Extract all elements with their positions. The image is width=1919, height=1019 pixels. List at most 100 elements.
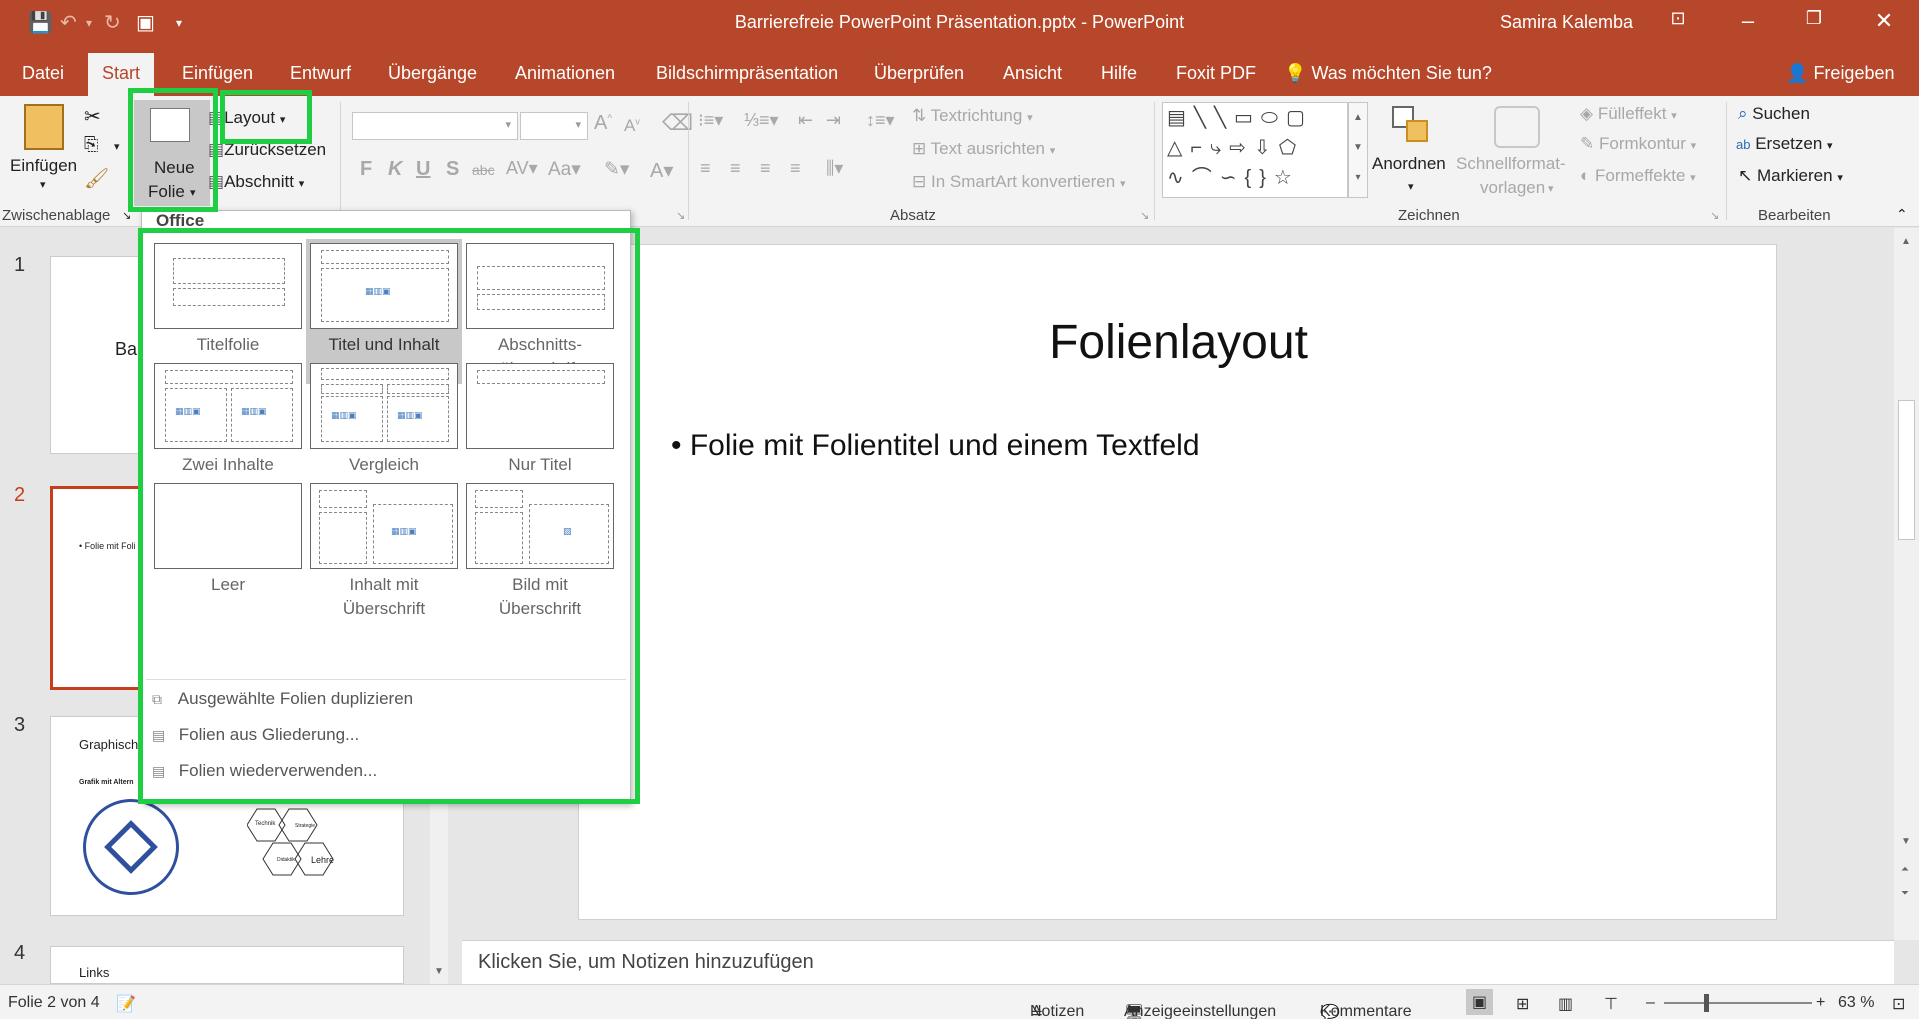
- copy-icon[interactable]: ⎘: [84, 134, 98, 155]
- collapse-ribbon-icon[interactable]: ⌃: [1896, 206, 1908, 223]
- bold-button[interactable]: F: [360, 158, 372, 181]
- zoom-slider[interactable]: [1664, 994, 1812, 1012]
- spellcheck-icon[interactable]: 📝: [116, 994, 136, 1014]
- quick-styles-label-1[interactable]: Schnellformat-: [1456, 154, 1566, 174]
- line-spacing-icon[interactable]: ↕≡▾: [866, 110, 895, 131]
- ribbon-display-options-icon[interactable]: ⊡: [1658, 8, 1698, 29]
- thumbnail-number: 3: [14, 714, 26, 736]
- ribbon-separator: [688, 102, 689, 220]
- font-size-select[interactable]: ▾: [520, 112, 588, 140]
- slideshow-icon[interactable]: ⊤: [1604, 994, 1618, 1014]
- zoom-slider-thumb[interactable]: [1704, 994, 1709, 1012]
- shadow-button[interactable]: S: [446, 158, 459, 181]
- zoom-out-icon[interactable]: –: [1646, 994, 1655, 1012]
- text-direction-button[interactable]: ⇅ Textrichtung ▾: [912, 106, 1033, 126]
- shapes-gallery-scroll[interactable]: ▲ ▼ ▾: [1348, 102, 1368, 198]
- justify-icon[interactable]: ≡: [790, 158, 801, 179]
- font-family-select[interactable]: ▾: [352, 112, 518, 140]
- scrollbar-thumb[interactable]: [1898, 400, 1915, 540]
- slide-thumbnail-4[interactable]: Links: [50, 946, 404, 984]
- quick-styles-icon: [1494, 106, 1540, 148]
- highlight-color-icon[interactable]: ✎▾: [604, 158, 629, 181]
- shape-effects-button[interactable]: ◐ Formeffekte ▾: [1580, 166, 1696, 186]
- group-drawing-label: Zeichnen: [1398, 207, 1460, 224]
- italic-button[interactable]: K: [388, 158, 402, 181]
- effects-icon: ◐: [1580, 166, 1591, 185]
- scroll-up-icon[interactable]: ▲: [1901, 236, 1911, 247]
- tab-ueberpruefen[interactable]: Überprüfen: [874, 63, 964, 84]
- tab-einfuegen[interactable]: Einfügen: [182, 63, 253, 84]
- slide-bullet[interactable]: • Folie mit Folientitel und einem Textfe…: [671, 429, 1200, 463]
- smartart-button[interactable]: ⊟ In SmartArt konvertieren ▾: [912, 172, 1126, 192]
- scroll-down-icon[interactable]: ▼: [1901, 836, 1911, 847]
- notes-pane[interactable]: Klicken Sie, um Notizen hinzuzufügen: [462, 940, 1894, 984]
- replace-button[interactable]: ab Ersetzen ▾: [1736, 134, 1833, 154]
- shape-fill-button[interactable]: ◈ Fülleffekt ▾: [1580, 104, 1677, 124]
- share-button[interactable]: 👤 Freigeben: [1786, 63, 1895, 84]
- quick-styles-dropdown-icon[interactable]: ▾: [1548, 182, 1554, 195]
- previous-slide-icon[interactable]: ⏶: [1901, 864, 1909, 875]
- tab-foxit-pdf[interactable]: Foxit PDF: [1176, 63, 1256, 84]
- paragraph-launcher-icon[interactable]: ↘: [1140, 209, 1149, 222]
- tab-ansicht[interactable]: Ansicht: [1003, 63, 1062, 84]
- slide-sorter-icon[interactable]: ⊞: [1516, 994, 1529, 1014]
- user-name[interactable]: Samira Kalemba: [1500, 12, 1633, 33]
- tell-me-search[interactable]: 💡 Was möchten Sie tun?: [1284, 63, 1492, 84]
- columns-icon[interactable]: ⫼▾: [826, 158, 843, 179]
- close-icon[interactable]: ✕: [1864, 8, 1904, 34]
- reading-view-icon[interactable]: ▥: [1558, 994, 1573, 1014]
- fit-to-window-icon[interactable]: ⊡: [1892, 994, 1905, 1014]
- increase-indent-icon[interactable]: ⇥: [826, 110, 841, 131]
- align-right-icon[interactable]: ≡: [760, 158, 771, 179]
- change-case-button[interactable]: Aa▾: [548, 158, 581, 181]
- slide-title[interactable]: Folienlayout: [579, 315, 1778, 370]
- shapes-gallery[interactable]: ▤╲╲▭⬭▢ △⌐⤷⇨⇩⬠ ∿⌒∽{}☆: [1162, 102, 1348, 198]
- zoom-level[interactable]: 63 %: [1838, 994, 1874, 1012]
- grow-font-icon[interactable]: A^: [594, 112, 612, 135]
- align-center-icon[interactable]: ≡: [730, 158, 741, 179]
- drawing-launcher-icon[interactable]: ↘: [1710, 209, 1719, 222]
- find-button[interactable]: ⌕ Suchen: [1738, 104, 1810, 124]
- tab-entwurf[interactable]: Entwurf: [290, 63, 351, 84]
- next-slide-icon[interactable]: ⏷: [1901, 888, 1909, 899]
- underline-button[interactable]: U: [416, 158, 430, 181]
- decrease-indent-icon[interactable]: ⇤: [798, 110, 813, 131]
- align-left-icon[interactable]: ≡: [700, 158, 711, 179]
- format-painter-icon[interactable]: 🖌: [84, 166, 109, 191]
- tab-animationen[interactable]: Animationen: [515, 63, 615, 84]
- thumbnail-bullet: • Folie mit Foli: [79, 541, 136, 551]
- paste-dropdown-icon[interactable]: ▾: [40, 178, 46, 191]
- arrange-icon: [1392, 106, 1432, 146]
- character-spacing-icon[interactable]: AV▾: [506, 158, 538, 179]
- shrink-font-icon[interactable]: Av: [624, 116, 640, 136]
- align-text-button[interactable]: ⊞ Text ausrichten ▾: [912, 139, 1055, 159]
- tab-bildschirmpraesentation[interactable]: Bildschirmpräsentation: [656, 63, 838, 84]
- minimize-icon[interactable]: –: [1728, 8, 1768, 34]
- numbering-icon[interactable]: ⅓≡▾: [744, 110, 779, 131]
- tab-datei[interactable]: Datei: [22, 63, 64, 84]
- zoom-in-icon[interactable]: +: [1816, 994, 1825, 1012]
- select-button[interactable]: ↖ Markieren ▾: [1738, 166, 1843, 186]
- restore-icon[interactable]: ❐: [1794, 8, 1834, 29]
- slide-canvas[interactable]: Folienlayout • Folie mit Folientitel und…: [578, 244, 1777, 920]
- strikethrough-icon[interactable]: abc: [472, 162, 495, 178]
- bullets-icon[interactable]: ⁝≡▾: [698, 110, 723, 131]
- paste-button[interactable]: Einfügen: [10, 156, 77, 176]
- thumbnail-title: Links: [79, 965, 110, 980]
- cut-icon[interactable]: ✂: [84, 104, 101, 129]
- copy-dropdown-icon[interactable]: ▾: [114, 140, 120, 153]
- arrange-button[interactable]: Anordnen: [1372, 154, 1446, 174]
- shape-outline-button[interactable]: ✎ Formkontur ▾: [1580, 134, 1696, 154]
- section-button[interactable]: ▤Abschnitt ▾: [208, 172, 304, 192]
- tab-uebergaenge[interactable]: Übergänge: [388, 63, 477, 84]
- tab-hilfe[interactable]: Hilfe: [1101, 63, 1137, 84]
- font-color-icon[interactable]: A▾: [650, 158, 673, 183]
- slide-scrollbar[interactable]: ▲ ▼ ⏶ ⏷: [1894, 228, 1919, 940]
- arrange-dropdown-icon[interactable]: ▾: [1408, 180, 1414, 193]
- font-family-dropdown-icon: ▾: [505, 119, 511, 131]
- quick-styles-label-2[interactable]: vorlagen: [1480, 178, 1545, 198]
- scroll-down-icon[interactable]: ▼: [434, 966, 444, 977]
- normal-view-icon[interactable]: ▣: [1466, 989, 1494, 1015]
- shape-fill-dropdown-icon: ▾: [1671, 110, 1677, 122]
- font-launcher-icon[interactable]: ↘: [676, 209, 685, 222]
